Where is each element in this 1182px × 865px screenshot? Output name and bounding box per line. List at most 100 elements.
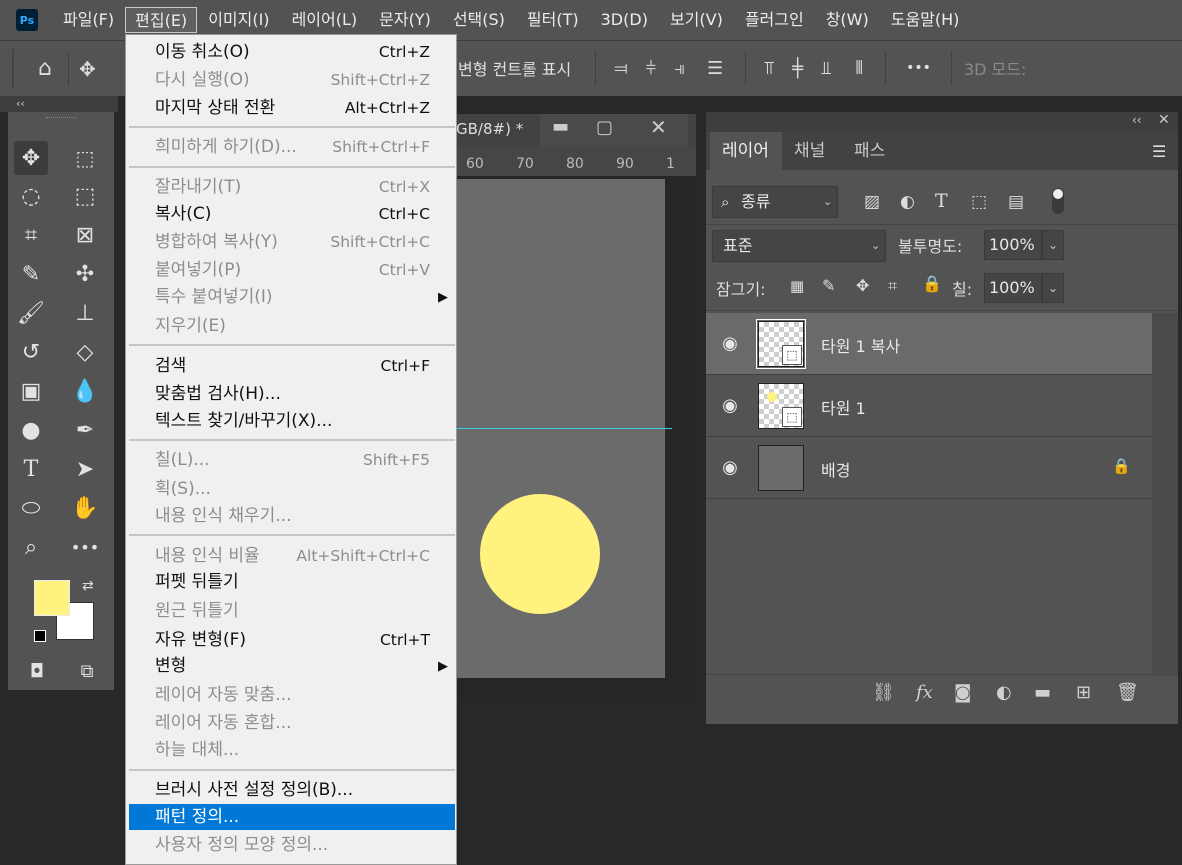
menu-item-find-replace[interactable]: 텍스트 찾기/바꾸기(X)... xyxy=(126,408,456,434)
eraser-tool-icon[interactable]: ◇ xyxy=(68,335,102,369)
menu-item-fade[interactable]: 희미하게 하기(D)... Shift+Ctrl+F xyxy=(126,134,456,160)
yellow-ellipse-shape[interactable] xyxy=(480,494,600,614)
lock-all-icon[interactable]: 🔒 xyxy=(922,274,942,293)
align-right-icon[interactable]: ⫣ xyxy=(674,58,685,79)
smart-object-filter-icon[interactable]: ▤ xyxy=(1008,192,1024,212)
menu-filter[interactable]: 필터(T) xyxy=(516,7,590,33)
link-layers-icon[interactable]: ⛓ xyxy=(872,682,895,703)
menu-edit[interactable]: 편집(E) xyxy=(125,7,198,33)
menu-3d[interactable]: 3D(D) xyxy=(590,7,659,33)
menu-item-paste-special[interactable]: 특수 붙여넣기(I) ▶ xyxy=(126,284,456,310)
tab-channels[interactable]: 채널 xyxy=(794,132,825,170)
zoom-tool-icon[interactable]: ⌕ xyxy=(14,530,48,564)
type-tool-icon[interactable]: T xyxy=(14,452,48,486)
fill-input[interactable]: 100% xyxy=(984,273,1042,303)
menu-item-content-aware-scale[interactable]: 내용 인식 비율 Alt+Shift+Ctrl+C xyxy=(126,543,456,569)
lock-position-icon[interactable]: ✥ xyxy=(856,276,869,295)
menu-item-perspective-warp[interactable]: 원근 뒤틀기 xyxy=(126,598,456,624)
menu-item-auto-blend-layers[interactable]: 레이어 자동 혼합... xyxy=(126,710,456,736)
collapse-panel-icon[interactable]: ‹‹ xyxy=(1132,113,1142,127)
layer-name[interactable]: 배경 xyxy=(821,457,850,481)
new-layer-icon[interactable]: ⊞ xyxy=(1076,682,1091,703)
history-brush-tool-icon[interactable]: ↺ xyxy=(14,335,48,369)
path-selection-tool-icon[interactable]: ➤ xyxy=(68,452,102,486)
lock-artboard-icon[interactable]: ⌗ xyxy=(888,276,897,296)
object-selection-tool-icon[interactable]: ⬚ xyxy=(68,179,102,213)
menu-item-fill[interactable]: 칠(L)... Shift+F5 xyxy=(126,447,456,473)
menu-item-copy[interactable]: 복사(C) Ctrl+C xyxy=(126,201,456,227)
type-layer-filter-icon[interactable]: T xyxy=(935,190,948,212)
opacity-input[interactable]: 100% xyxy=(984,230,1042,260)
blend-mode-dropdown[interactable]: 표준 ⌄ xyxy=(712,230,886,262)
pen-tool-icon[interactable]: ✒ xyxy=(68,413,102,447)
distribute-icon[interactable]: ☰ xyxy=(707,58,723,79)
eyedropper-tool-icon[interactable]: ✎ xyxy=(14,257,48,291)
menu-item-content-aware-fill[interactable]: 내용 인식 채우기... xyxy=(126,503,456,529)
menu-item-define-custom-shape[interactable]: 사용자 정의 모양 정의... xyxy=(126,832,456,858)
dodge-tool-icon[interactable]: ● xyxy=(14,413,48,447)
add-mask-icon[interactable]: ◙ xyxy=(954,682,971,703)
document-tab-title[interactable]: GB/8#) * xyxy=(456,120,523,138)
menu-help[interactable]: 도움말(H) xyxy=(880,7,971,33)
shape-layer-filter-icon[interactable]: ⬚ xyxy=(971,192,987,212)
opacity-slider-chevron-icon[interactable]: ⌄ xyxy=(1042,230,1064,260)
menu-item-define-pattern[interactable]: 패턴 정의... xyxy=(129,804,455,830)
menu-item-stroke[interactable]: 획(S)... xyxy=(126,476,456,502)
menu-layer[interactable]: 레이어(L) xyxy=(281,7,369,33)
menu-item-toggle-last-state[interactable]: 마지막 상태 전환 Alt+Ctrl+Z xyxy=(126,95,456,121)
lock-image-pixels-icon[interactable]: ✎ xyxy=(822,276,835,295)
swap-colors-icon[interactable]: ⇄ xyxy=(82,578,94,594)
layer-style-fx-icon[interactable]: fx xyxy=(916,682,933,703)
menu-view[interactable]: 보기(V) xyxy=(659,7,734,33)
menu-item-redo[interactable]: 다시 실행(O) Shift+Ctrl+Z xyxy=(126,67,456,93)
layer-name[interactable]: 타원 1 xyxy=(821,395,866,419)
crop-tool-icon[interactable]: ⌗ xyxy=(14,218,48,252)
layer-filter-dropdown[interactable]: ⌕ 종류 ⌄ xyxy=(712,186,838,218)
show-transform-controls-label[interactable]: 변형 컨트롤 표시 xyxy=(458,56,571,80)
frame-tool-icon[interactable]: ⊠ xyxy=(68,218,102,252)
foreground-color-swatch[interactable] xyxy=(34,580,70,616)
layer-row-background[interactable]: ◉ 배경 🔒 xyxy=(706,437,1152,499)
marquee-tool-icon[interactable]: ⬚ xyxy=(68,141,102,175)
filter-toggle-switch[interactable] xyxy=(1052,188,1064,214)
visibility-eye-icon[interactable]: ◉ xyxy=(720,334,740,354)
menu-item-cut[interactable]: 잘라내기(T) Ctrl+X xyxy=(126,174,456,200)
distribute-vertical-icon[interactable]: ⦀ xyxy=(855,58,863,79)
menu-item-clear[interactable]: 지우기(E) xyxy=(126,313,456,339)
toolbox-collapse-bar[interactable]: ‹‹ xyxy=(0,96,118,112)
menu-item-puppet-warp[interactable]: 퍼펫 뒤틀기 xyxy=(126,569,456,595)
menu-item-free-transform[interactable]: 자유 변형(F) Ctrl+T xyxy=(126,627,456,653)
more-tools-icon[interactable]: ••• xyxy=(68,530,102,564)
menu-select[interactable]: 선택(S) xyxy=(442,7,516,33)
menu-window[interactable]: 창(W) xyxy=(815,7,880,33)
move-tool-icon[interactable]: ✥ xyxy=(79,57,96,81)
menu-item-transform[interactable]: 변형 ▶ xyxy=(126,653,456,679)
align-left-icon[interactable]: ⫤ xyxy=(614,58,628,79)
menu-image[interactable]: 이미지(I) xyxy=(197,7,280,33)
align-bottom-icon[interactable]: ⫫ xyxy=(821,58,831,79)
adjustment-layer-icon[interactable]: ◐ xyxy=(996,682,1012,703)
layer-row-ellipse-1[interactable]: ◉ ⬚ 타원 1 xyxy=(706,375,1152,437)
pixel-layer-filter-icon[interactable]: ▨ xyxy=(864,192,880,212)
new-group-folder-icon[interactable]: ▬ xyxy=(1034,682,1051,703)
gradient-tool-icon[interactable]: ▣ xyxy=(14,374,48,408)
layer-row-ellipse-1-copy[interactable]: ◉ ⬚ 타원 1 복사 xyxy=(706,313,1152,375)
panel-menu-icon[interactable]: ☰ xyxy=(1152,142,1166,161)
menu-item-auto-align-layers[interactable]: 레이어 자동 맞춤... xyxy=(126,682,456,708)
tab-layers[interactable]: 레이어 xyxy=(710,132,782,170)
layer-name[interactable]: 타원 1 복사 xyxy=(821,333,900,357)
align-vertical-center-icon[interactable]: ╪ xyxy=(792,58,803,79)
lock-transparent-pixels-icon[interactable]: ▦ xyxy=(790,277,804,295)
visibility-eye-icon[interactable]: ◉ xyxy=(720,396,740,416)
fill-slider-chevron-icon[interactable]: ⌄ xyxy=(1042,273,1064,303)
menu-item-sky-replacement[interactable]: 하늘 대체... xyxy=(126,737,456,763)
move-tool-icon[interactable]: ✥ xyxy=(14,141,48,175)
minimize-icon[interactable]: ▬ xyxy=(552,116,569,137)
ellipse-tool-icon[interactable]: ⬭ xyxy=(14,491,48,525)
clone-stamp-tool-icon[interactable]: ⊥ xyxy=(68,296,102,330)
close-icon[interactable]: ✕ xyxy=(650,115,667,139)
align-top-icon[interactable]: ⫪ xyxy=(764,58,774,79)
menu-item-check-spelling[interactable]: 맞춤법 검사(H)... xyxy=(126,381,456,407)
menu-item-search[interactable]: 검색 Ctrl+F xyxy=(126,353,456,379)
menu-item-paste[interactable]: 붙여넣기(P) Ctrl+V xyxy=(126,257,456,283)
